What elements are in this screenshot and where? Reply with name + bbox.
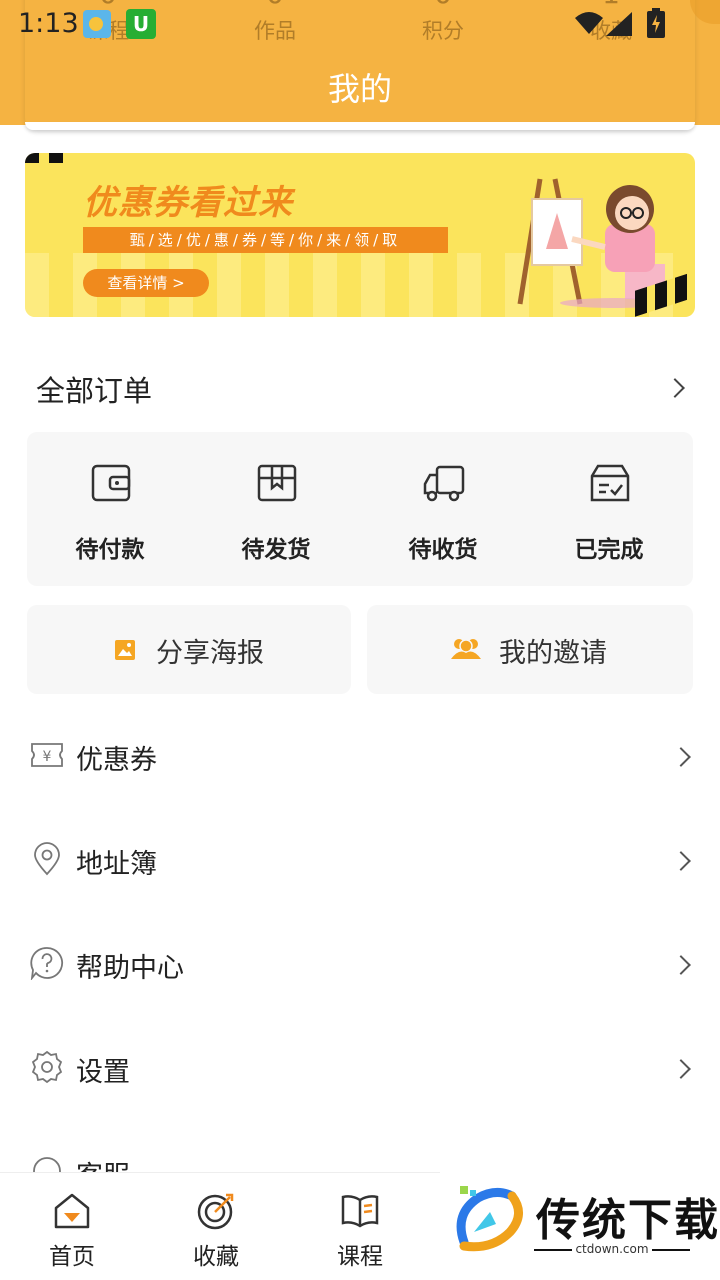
home-icon xyxy=(54,1193,90,1229)
order-label: 待收货 xyxy=(408,537,478,563)
chevron-right-icon xyxy=(671,851,691,871)
battery-icon xyxy=(647,8,665,38)
svg-text:¥: ¥ xyxy=(43,749,52,765)
tab-label: 收藏 xyxy=(193,1244,239,1270)
box-check-icon xyxy=(590,464,630,502)
chevron-right-icon xyxy=(671,955,691,975)
order-pending-receipt[interactable]: 待收货 xyxy=(360,432,526,586)
location-icon xyxy=(34,842,60,876)
banner-subtitle: 甄/选/优/惠/券/等/你/来/领/取 xyxy=(83,227,448,253)
order-label: 待付款 xyxy=(75,537,145,563)
my-invites-button[interactable]: 我的邀请 xyxy=(367,605,693,694)
tab-label: 首页 xyxy=(49,1244,95,1270)
banner-title: 优惠券看过来 xyxy=(83,183,293,223)
book-icon xyxy=(341,1195,379,1228)
menu-item-coupons[interactable]: ¥ 优惠券 xyxy=(0,728,720,788)
package-icon xyxy=(257,464,297,502)
order-completed[interactable]: 已完成 xyxy=(526,432,692,586)
tab-label: 课程 xyxy=(337,1244,383,1270)
chevron-right-icon xyxy=(671,747,691,767)
settings-icon xyxy=(31,1050,63,1084)
users-icon xyxy=(451,639,481,659)
menu-item-help-center[interactable]: 帮助中心 xyxy=(0,936,720,996)
order-pending-shipment[interactable]: 待发货 xyxy=(193,432,359,586)
menu-item-label: 设置 xyxy=(76,1057,130,1088)
stats-card-edge xyxy=(25,122,695,130)
wifi-icon xyxy=(575,12,603,34)
wallet-icon xyxy=(91,464,131,502)
menu-item-label: 客服 xyxy=(76,1154,130,1172)
watermark-logo-icon xyxy=(456,1186,523,1252)
watermark: 传统下载 ctdown.com xyxy=(440,1172,720,1280)
target-icon xyxy=(197,1193,234,1230)
banner-stripe xyxy=(25,153,70,163)
watermark-text: 传统下载 xyxy=(536,1195,720,1246)
share-poster-button[interactable]: 分享海报 xyxy=(27,605,351,694)
order-label: 待发货 xyxy=(241,537,311,563)
chevron-right-icon xyxy=(665,378,685,398)
image-icon xyxy=(115,640,135,660)
watermark-line xyxy=(652,1249,690,1251)
all-orders-title: 全部订单 xyxy=(36,374,153,408)
help-icon xyxy=(30,947,64,980)
menu-item-customer-service[interactable]: 客服 xyxy=(0,1144,720,1172)
tab-courses[interactable]: 课程 xyxy=(288,1173,432,1280)
menu-item-label: 帮助中心 xyxy=(76,953,184,984)
tab-home[interactable]: 首页 xyxy=(0,1173,144,1280)
order-pending-payment[interactable]: 待付款 xyxy=(27,432,193,586)
page-title: 我的 xyxy=(327,70,392,108)
coupon-icon: ¥ xyxy=(31,743,63,767)
app-notification-icon: U xyxy=(126,9,156,39)
banner-details-button[interactable]: 查看详情 > xyxy=(83,269,209,297)
status-bar: 1:13 U xyxy=(0,0,720,50)
weather-icon xyxy=(83,10,111,38)
share-poster-label: 分享海报 xyxy=(156,638,264,669)
signal-icon xyxy=(606,12,632,36)
my-invites-label: 我的邀请 xyxy=(499,638,607,669)
menu-item-settings[interactable]: 设置 xyxy=(0,1040,720,1100)
truck-icon xyxy=(423,465,465,502)
service-icon xyxy=(33,1157,61,1172)
status-time: 1:13 xyxy=(18,8,79,39)
tab-favorites[interactable]: 收藏 xyxy=(144,1173,288,1280)
orders-card: 待付款 待发货 待收货 已完成 xyxy=(27,432,693,586)
promo-banner[interactable]: 优惠券看过来 甄/选/优/惠/券/等/你/来/领/取 查看详情 > xyxy=(25,153,695,317)
menu-item-label: 优惠券 xyxy=(76,745,157,776)
chevron-right-icon xyxy=(671,1059,691,1079)
order-label: 已完成 xyxy=(574,537,644,563)
menu-item-label: 地址簿 xyxy=(76,849,157,880)
all-orders-row[interactable]: 全部订单 xyxy=(36,366,686,410)
menu-item-address-book[interactable]: 地址簿 xyxy=(0,832,720,892)
